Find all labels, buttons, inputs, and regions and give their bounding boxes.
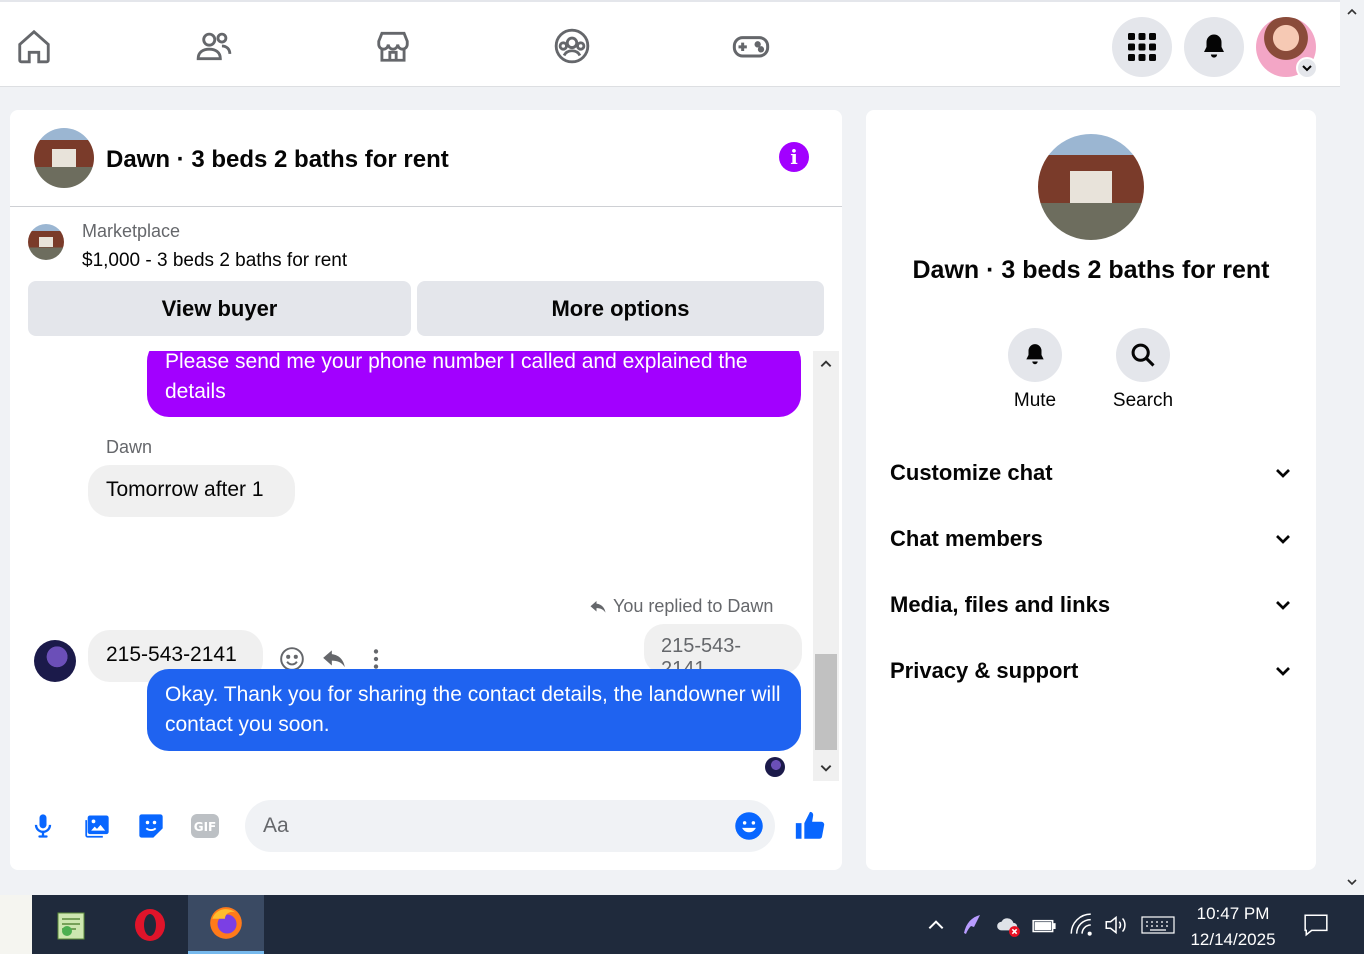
windows-taskbar: 10:47 PM 12/14/2025	[0, 895, 1364, 954]
reply-note-text: You replied to Dawn	[613, 596, 774, 616]
dawn-avatar[interactable]	[34, 640, 76, 682]
mute-label: Mute	[1013, 390, 1057, 411]
section-label: Chat members	[890, 526, 1043, 551]
sender-name: Dawn	[106, 437, 153, 457]
notifications-bell-icon[interactable]	[1184, 17, 1244, 77]
chat-info-panel: Dawn · 3 beds 2 baths for rent Mute Sear…	[866, 110, 1316, 870]
message-composer: GIF	[10, 791, 842, 870]
page-scrollbar[interactable]	[1340, 0, 1364, 895]
cloud-sync-error-icon[interactable]	[994, 911, 1022, 939]
chevron-down-icon	[1276, 469, 1290, 478]
scrollbar-thumb[interactable]	[815, 654, 837, 750]
scroll-up-icon[interactable]	[819, 357, 833, 371]
listing-title[interactable]: $1,000 - 3 beds 2 baths for rent	[82, 250, 347, 272]
view-buyer-button[interactable]: View buyer	[28, 281, 411, 336]
emoji-icon[interactable]	[734, 811, 764, 841]
chevron-down-icon	[1276, 601, 1290, 610]
desktop-widget[interactable]	[0, 895, 32, 954]
more-options-button[interactable]: More options	[417, 281, 824, 336]
replied-message-quote[interactable]: 215-543-2141	[644, 624, 802, 680]
reply-arrow-icon	[590, 600, 606, 613]
section-media-files-links[interactable]: Media, files and links	[890, 585, 1292, 625]
scroll-down-icon[interactable]	[1346, 876, 1358, 888]
home-icon[interactable]	[12, 24, 56, 68]
section-chat-members[interactable]: Chat members	[890, 519, 1292, 559]
listing-thumbnail[interactable]	[28, 224, 64, 260]
sticker-icon[interactable]	[136, 811, 166, 841]
search-label: Search	[1112, 390, 1174, 411]
groups-icon[interactable]	[550, 24, 594, 68]
chevron-down-icon	[1276, 535, 1290, 544]
svg-text:GIF: GIF	[194, 820, 217, 834]
wifi-icon[interactable]	[1067, 911, 1095, 939]
notification-center-icon[interactable]	[1302, 911, 1330, 939]
message-bubble-outgoing[interactable]: Okay. Thank you for sharing the contact …	[147, 669, 801, 751]
clock-date: 12/14/2025	[1190, 930, 1276, 949]
bell-icon	[1026, 344, 1044, 365]
section-privacy-support[interactable]: Privacy & support	[890, 651, 1292, 691]
show-hidden-icons-chevron-up-icon[interactable]	[922, 911, 950, 939]
chat-window: Dawn · 3 beds 2 baths for rent i Marketp…	[10, 110, 842, 870]
search-icon	[1131, 343, 1155, 367]
chevron-down-icon	[1276, 667, 1290, 676]
taskbar-app-opera-icon[interactable]	[112, 895, 188, 954]
thumbs-up-icon[interactable]	[792, 811, 828, 841]
chat-title[interactable]: Dawn · 3 beds 2 baths for rent	[106, 146, 449, 174]
touch-keyboard-icon[interactable]	[1140, 911, 1176, 939]
friends-icon[interactable]	[192, 24, 236, 68]
section-label: Customize chat	[890, 460, 1053, 485]
menu-grid-icon[interactable]	[1112, 17, 1172, 77]
section-customize-chat[interactable]: Customize chat	[890, 453, 1292, 493]
taskbar-app-notepad-icon[interactable]	[34, 895, 110, 954]
message-list: Please send me your phone number I calle…	[10, 351, 842, 781]
chat-header: Dawn · 3 beds 2 baths for rent i	[10, 110, 842, 207]
message-bubble-incoming[interactable]: Tomorrow after 1	[88, 465, 295, 517]
mute-button[interactable]	[1008, 328, 1062, 382]
taskbar-app-firefox-icon[interactable]	[188, 895, 264, 954]
reply-indicator: You replied to Dawn	[589, 596, 773, 617]
panel-title: Dawn · 3 beds 2 baths for rent	[912, 256, 1270, 284]
info-icon[interactable]: i	[779, 142, 809, 172]
message-scrollbar[interactable]	[813, 351, 839, 781]
feather-pen-icon[interactable]	[958, 911, 986, 939]
marketplace-label: Marketplace	[82, 221, 181, 241]
gaming-icon[interactable]	[729, 24, 773, 68]
photo-gallery-icon[interactable]	[82, 811, 112, 841]
listing-profile-photo[interactable]	[1038, 134, 1144, 240]
search-button[interactable]	[1116, 328, 1170, 382]
scroll-down-icon[interactable]	[819, 761, 833, 775]
system-clock[interactable]: 10:47 PM 12/14/2025	[1183, 901, 1283, 953]
volume-icon[interactable]	[1102, 911, 1130, 939]
section-label: Privacy & support	[890, 658, 1079, 683]
seen-receipt-avatar	[765, 757, 785, 777]
marketplace-icon[interactable]	[371, 24, 415, 68]
chevron-down-icon[interactable]	[1296, 57, 1318, 79]
microphone-icon[interactable]	[28, 811, 58, 841]
section-label: Media, files and links	[890, 592, 1111, 617]
battery-icon[interactable]	[1030, 911, 1058, 939]
gif-icon[interactable]: GIF	[190, 811, 220, 841]
listing-avatar[interactable]	[34, 128, 94, 188]
scroll-up-icon[interactable]	[1346, 6, 1358, 18]
message-bubble-outgoing[interactable]: Please send me your phone number I calle…	[147, 351, 801, 417]
clock-time: 10:47 PM	[1196, 904, 1270, 923]
top-navigation-bar	[0, 0, 1340, 87]
message-input[interactable]	[245, 800, 775, 852]
